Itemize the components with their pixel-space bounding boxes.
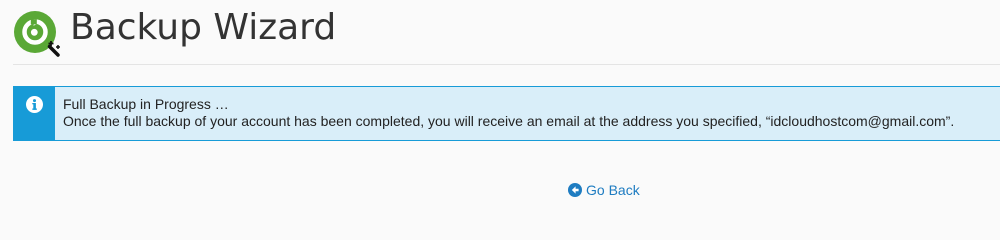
page: Backup Wizard Full Backup in Progress … … bbox=[0, 0, 1000, 234]
alert-message: Once the full backup of your account has… bbox=[63, 113, 955, 129]
page-title: Backup Wizard bbox=[70, 7, 337, 48]
go-back-link[interactable]: Go Back bbox=[568, 180, 640, 200]
arrow-circle-left-icon bbox=[568, 183, 582, 197]
alert-title: Full Backup in Progress … bbox=[63, 96, 229, 112]
go-back-label: Go Back bbox=[586, 182, 640, 198]
header-divider bbox=[13, 64, 1000, 65]
info-alert: Full Backup in Progress … Once the full … bbox=[13, 86, 1000, 141]
backup-wizard-icon bbox=[14, 11, 60, 57]
info-icon bbox=[26, 96, 43, 113]
alert-text: Full Backup in Progress … Once the full … bbox=[63, 96, 954, 130]
alert-icon-column bbox=[14, 87, 55, 140]
page-header: Backup Wizard bbox=[0, 0, 1000, 64]
